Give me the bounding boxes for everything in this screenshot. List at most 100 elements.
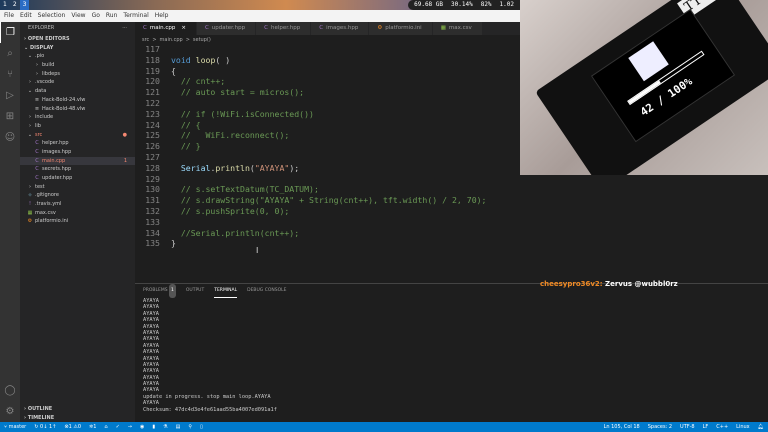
- eol[interactable]: LF: [699, 422, 713, 432]
- menu-go[interactable]: Go: [92, 10, 100, 22]
- tree-item-label: libdeps: [42, 70, 60, 77]
- code-token: {: [171, 65, 176, 76]
- extensions-icon[interactable]: ⊞: [0, 106, 20, 127]
- problems-count-badge: 1: [169, 284, 176, 298]
- notifications-icon[interactable]: 🔔︎: [754, 422, 768, 432]
- source-control-icon[interactable]: ⑂: [0, 64, 20, 85]
- platformio-icon[interactable]: ☺: [0, 127, 20, 148]
- search-icon[interactable]: ⌕: [0, 43, 20, 64]
- env-icon[interactable]: ▯: [196, 422, 207, 432]
- tree-item[interactable]: ⌄ src ●: [20, 131, 135, 140]
- code-token: // s.setTextDatum(TC_DATUM);: [180, 184, 319, 195]
- account-icon[interactable]: ◯: [0, 380, 20, 401]
- indentation[interactable]: Spaces: 2: [644, 422, 676, 432]
- project-section[interactable]: ⌄ DISPLAY: [20, 44, 135, 53]
- ini-icon: ⚙: [27, 218, 33, 225]
- menu-selection[interactable]: Selection: [38, 10, 66, 22]
- yml-icon: !: [28, 201, 31, 208]
- monitor-icon[interactable]: ◉: [136, 422, 148, 432]
- breadcrumb-item[interactable]: main.cpp: [160, 37, 183, 43]
- run-debug-icon[interactable]: ▷: [0, 85, 20, 106]
- tree-item[interactable]: Csecrets.hpp: [20, 165, 135, 174]
- tree-item-label: platformio.ini: [35, 218, 69, 225]
- tree-item[interactable]: › test: [20, 183, 135, 192]
- tree-item[interactable]: ≡ Hack-Bold-24.vlw: [20, 96, 135, 105]
- menu-edit[interactable]: Edit: [20, 10, 32, 22]
- tree-item[interactable]: › include: [20, 113, 135, 122]
- gear-icon[interactable]: ⚙: [0, 401, 20, 422]
- problems-indicator[interactable]: ⊗1 ⚠0: [60, 422, 85, 432]
- workspace-2[interactable]: 2: [10, 0, 20, 10]
- tree-item[interactable]: Cmain.cpp 1: [20, 156, 135, 166]
- tree-item[interactable]: Cimages.hpp: [20, 148, 135, 157]
- tab-problems[interactable]: PROBLEMS 1: [143, 284, 176, 298]
- more-actions-button[interactable]: ···: [122, 22, 127, 35]
- explorer-icon[interactable]: ❐: [0, 22, 20, 43]
- error-count: 1: [68, 424, 72, 430]
- open-editors-section[interactable]: › OPEN EDITORS: [20, 35, 135, 44]
- outline-section[interactable]: › OUTLINE: [20, 405, 135, 414]
- clean-icon[interactable]: ▮: [148, 422, 159, 432]
- tab-updater-hpp[interactable]: Cupdater.hpp: [196, 22, 257, 35]
- sync-indicator[interactable]: ↻ 0↓ 1↑: [30, 422, 60, 432]
- line-number: 123: [145, 108, 160, 119]
- menu-run[interactable]: Run: [106, 10, 118, 22]
- plug-icon[interactable]: ⚲: [184, 422, 196, 432]
- line-content: // s.pushSprite(0, 0);: [171, 206, 289, 217]
- display-image: [628, 41, 669, 82]
- test-icon[interactable]: ⚗: [159, 422, 171, 432]
- home-icon[interactable]: ⌂: [100, 422, 111, 432]
- explorer-sidebar: EXPLORER ··· › OPEN EDITORS ⌄ DISPLAY ⌄ .p…: [20, 22, 135, 422]
- encoding[interactable]: UTF-8: [676, 422, 699, 432]
- tree-item[interactable]: › build: [20, 61, 135, 70]
- cpp-icon: C: [35, 140, 39, 147]
- menu-terminal[interactable]: Terminal: [123, 10, 148, 22]
- tree-item[interactable]: › .vscode: [20, 78, 135, 87]
- tab-terminal[interactable]: TERMINAL: [214, 284, 238, 298]
- tab-platformio-ini[interactable]: ⚙ platformio.ini: [369, 22, 433, 35]
- tab-images-hpp[interactable]: Cimages.hpp: [311, 22, 370, 35]
- close-tab-icon[interactable]: ×: [181, 25, 186, 31]
- menu-help[interactable]: Help: [155, 10, 169, 22]
- terminal-output[interactable]: AYAYA AYAYA AYAYA AYAYA AYAYA AYAYA AYAYA AYAYA…: [135, 298, 768, 413]
- tab-label: main.cpp: [149, 25, 176, 31]
- tree-item[interactable]: › libdeps: [20, 70, 135, 79]
- file-icon: ≡: [34, 105, 40, 112]
- terminal-icon[interactable]: ▤: [172, 422, 185, 432]
- breadcrumb-item[interactable]: src: [142, 37, 149, 43]
- upload-icon[interactable]: →: [124, 422, 136, 432]
- os-config[interactable]: Linux: [732, 422, 753, 432]
- breadcrumb-item[interactable]: setup(): [193, 37, 211, 43]
- tab-label: platformio.ini: [385, 25, 422, 31]
- tree-item[interactable]: Cupdater.hpp: [20, 174, 135, 183]
- file-type-icon: C: [319, 25, 324, 31]
- tab-max-csv[interactable]: ▦ max.csv: [432, 22, 483, 35]
- tree-item[interactable]: ◆ .gitignore: [20, 191, 135, 200]
- pio-indicator[interactable]: ✲1: [85, 422, 100, 432]
- tab-output[interactable]: OUTPUT: [186, 284, 204, 298]
- language-mode[interactable]: C++: [712, 422, 732, 432]
- code-token: void: [171, 54, 196, 65]
- workspace-1[interactable]: 1: [0, 0, 10, 10]
- tab-label: helper.hpp: [271, 25, 301, 31]
- tree-item[interactable]: ⌄ data: [20, 87, 135, 96]
- tree-item[interactable]: ! .travis.yml: [20, 200, 135, 209]
- line-content: //Serial.println(cnt++);: [171, 228, 299, 239]
- tree-item[interactable]: ≡ Hack-Bold-48.vlw: [20, 105, 135, 114]
- tree-item[interactable]: ⚙ platformio.ini: [20, 217, 135, 226]
- branch-indicator[interactable]: ⑂ master: [0, 422, 30, 432]
- tree-item[interactable]: Chelper.hpp: [20, 139, 135, 148]
- tab-debug-console[interactable]: DEBUG CONSOLE: [247, 284, 286, 298]
- tree-item[interactable]: ▦ max.csv: [20, 209, 135, 218]
- cursor-position[interactable]: Ln 105, Col 18: [600, 422, 644, 432]
- tree-item[interactable]: › lib: [20, 122, 135, 131]
- tree-item[interactable]: ⌄ .pio: [20, 52, 135, 61]
- build-icon[interactable]: ✓: [112, 422, 124, 432]
- tab-main-cpp[interactable]: Cmain.cpp ×: [135, 22, 197, 35]
- workspace-3[interactable]: 3: [19, 0, 30, 10]
- menu-view[interactable]: View: [71, 10, 85, 22]
- menu-file[interactable]: File: [4, 10, 14, 22]
- tab-helper-hpp[interactable]: Chelper.hpp: [256, 22, 312, 35]
